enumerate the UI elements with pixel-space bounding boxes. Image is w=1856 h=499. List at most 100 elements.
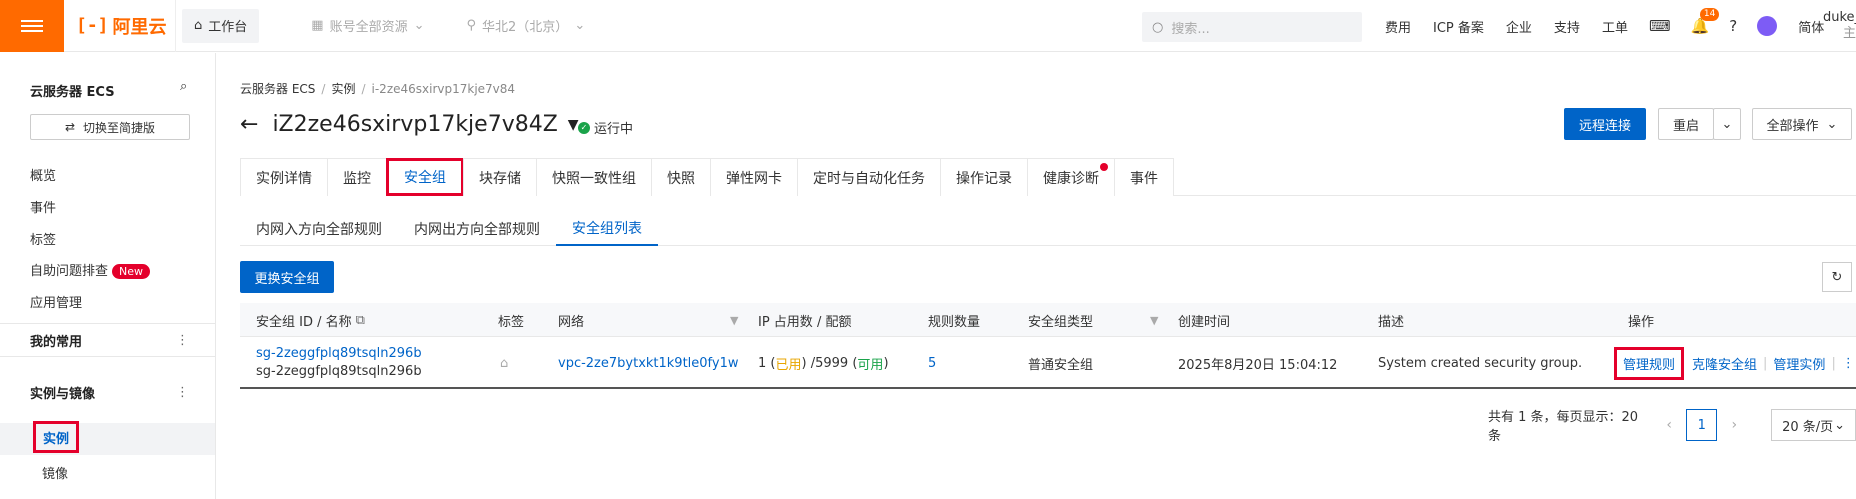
sidebar-item-troubleshoot[interactable]: 自助问题排查 New bbox=[30, 260, 151, 279]
cell-description: System created security group. bbox=[1378, 355, 1583, 371]
chevron-down-icon: ⌄ bbox=[1721, 116, 1733, 132]
breadcrumb-instances[interactable]: 实例 bbox=[331, 82, 355, 96]
aliyun-logo[interactable]: [-] 阿里云 bbox=[64, 0, 176, 52]
chevron-down-icon: ⌄ bbox=[1834, 417, 1845, 433]
enterprise-link[interactable]: 企业 bbox=[1506, 17, 1532, 36]
copy-icon[interactable]: ⧉ bbox=[356, 313, 365, 328]
alert-dot bbox=[1100, 163, 1108, 171]
tab-health-diagnosis[interactable]: 健康诊断 bbox=[1027, 158, 1115, 196]
all-operations-button[interactable]: 全部操作 ⌄ bbox=[1752, 108, 1852, 140]
breadcrumb: 云服务器 ECS / 实例 / i-2ze46sxirvp17kje7v84 bbox=[240, 82, 516, 96]
pager-summary: 共有 1 条，每页显示：20 条 bbox=[1488, 410, 1639, 444]
cell-sg-type: 普通安全组 bbox=[1028, 357, 1094, 373]
prev-page-icon[interactable]: ‹ bbox=[1666, 417, 1672, 433]
manage-instances-link[interactable]: 管理实例 bbox=[1773, 354, 1825, 373]
remote-connect-button[interactable]: 远程连接 bbox=[1564, 108, 1646, 140]
chevron-down-icon: ⌄ bbox=[413, 18, 425, 33]
icp-link[interactable]: ICP 备案 bbox=[1433, 17, 1484, 36]
page-1-button[interactable]: 1 bbox=[1685, 409, 1718, 441]
tab-eni[interactable]: 弹性网卡 bbox=[710, 158, 798, 196]
filter-icon[interactable]: ▼ bbox=[1150, 303, 1158, 337]
rule-count-link[interactable]: 5 bbox=[928, 356, 936, 371]
next-page-icon[interactable]: › bbox=[1731, 417, 1737, 433]
clone-sg-link[interactable]: 克隆安全组 bbox=[1692, 354, 1757, 373]
sidebar: 云服务器 ECS ⌕ ⇄ 切换至简捷版 概览 事件 标签 自助问题排查 New 应用… bbox=[0, 53, 216, 499]
subtab-inbound-rules[interactable]: 内网入方向全部规则 bbox=[240, 212, 398, 246]
tab-bar: 实例详情 监控 安全组 块存储 快照一致性组 快照 弹性网卡 定时与自动化任务 … bbox=[240, 158, 1856, 196]
tab-snapshot[interactable]: 快照 bbox=[651, 158, 711, 196]
breadcrumb-ecs[interactable]: 云服务器 ECS bbox=[240, 82, 315, 96]
col-tags: 标签 bbox=[498, 314, 525, 330]
cell-network: vpc-2ze7bytxkt1k9tle0fy1w bbox=[558, 337, 739, 389]
more-icon[interactable]: ⋮ bbox=[176, 385, 189, 400]
search-input[interactable]: ○ 搜索... bbox=[1142, 12, 1362, 42]
workbench-button[interactable]: ⌂ 工作台 bbox=[182, 8, 260, 43]
sidebar-item-tags[interactable]: 标签 bbox=[30, 229, 56, 248]
filter-icon[interactable]: ▼ bbox=[730, 303, 738, 337]
topbar-links: 费用 ICP 备案 企业 支持 工单 ⌨ 🔔 14 ? 简体 bbox=[1374, 0, 1835, 52]
subtab-bar: 内网入方向全部规则 内网出方向全部规则 安全组列表 bbox=[240, 212, 1856, 246]
billing-link[interactable]: 费用 bbox=[1385, 17, 1411, 36]
search-icon[interactable]: ⌕ bbox=[180, 79, 187, 94]
cell-sg-id: sg-2zeggfplq89tsqln296b sg-2zeggfplq89ts… bbox=[256, 337, 422, 389]
sidebar-item-events[interactable]: 事件 bbox=[30, 197, 56, 216]
check-icon: ✓ bbox=[578, 121, 590, 134]
notification-badge: 14 bbox=[1699, 8, 1720, 21]
tab-scheduled-tasks[interactable]: 定时与自动化任务 bbox=[797, 158, 941, 196]
chevron-down-icon: ⌄ bbox=[1826, 116, 1838, 132]
vpc-link[interactable]: vpc-2ze7bytxkt1k9tle0fy1w bbox=[558, 356, 739, 371]
col-ip-usage: IP 占用数 / 配额 bbox=[758, 314, 852, 330]
tab-snapshot-consistency[interactable]: 快照一致性组 bbox=[536, 158, 652, 196]
tab-instance-details[interactable]: 实例详情 bbox=[240, 158, 328, 196]
sidebar-item-images[interactable]: 镜像 bbox=[42, 463, 68, 482]
sidebar-item-instances[interactable]: 实例 bbox=[33, 421, 79, 453]
avatar[interactable] bbox=[1757, 16, 1778, 36]
page-size-select[interactable]: 20 条/页 ⌄ bbox=[1771, 409, 1856, 441]
more-actions-icon[interactable]: ⋮ bbox=[1842, 356, 1855, 371]
caret-down-icon[interactable]: ▼ bbox=[568, 117, 579, 133]
manage-rules-link[interactable]: 管理规则 bbox=[1614, 346, 1685, 380]
user-menu[interactable]: duke_主 bbox=[1823, 10, 1856, 42]
location-icon: ⚲ bbox=[466, 18, 477, 33]
tag-icon[interactable]: ⌂ bbox=[500, 337, 508, 389]
tab-block-storage[interactable]: 块存储 bbox=[463, 158, 537, 196]
search-icon: ○ bbox=[1152, 19, 1164, 35]
col-sg-id: 安全组 ID / 名称 ⧉ bbox=[256, 312, 365, 330]
table-row: sg-2zeggfplq89tsqln296b sg-2zeggfplq89ts… bbox=[240, 337, 1856, 389]
cell-rule-count: 5 bbox=[928, 337, 936, 389]
tab-events[interactable]: 事件 bbox=[1114, 158, 1174, 196]
tab-security-group[interactable]: 安全组 bbox=[386, 158, 464, 196]
change-sg-button[interactable]: 更换安全组 bbox=[240, 261, 334, 293]
back-arrow-icon[interactable]: ← bbox=[240, 112, 258, 137]
help-icon[interactable]: ? bbox=[1729, 17, 1737, 35]
ticket-link[interactable]: 工单 bbox=[1602, 17, 1628, 36]
bell-icon[interactable]: 🔔 14 bbox=[1691, 8, 1720, 35]
table-header: 安全组 ID / 名称 ⧉ 标签 网络 ▼ IP 占用数 / 配额 规则数量 安全… bbox=[240, 303, 1856, 337]
tab-operation-log[interactable]: 操作记录 bbox=[940, 158, 1028, 196]
more-icon[interactable]: ⋮ bbox=[176, 333, 189, 348]
restart-dropdown-button[interactable]: ⌄ bbox=[1713, 108, 1741, 140]
cell-ip-usage: 1 (已用) /5999 (可用) bbox=[758, 355, 889, 373]
switch-simple-button[interactable]: ⇄ 切换至简捷版 bbox=[30, 114, 190, 140]
language-switch[interactable]: 简体 bbox=[1798, 17, 1824, 36]
restart-button[interactable]: 重启 bbox=[1658, 108, 1714, 140]
refresh-icon[interactable]: ↻ bbox=[1822, 262, 1852, 292]
sidebar-section-instances[interactable]: 实例与镜像 ⋮ bbox=[0, 375, 215, 409]
sg-id-link[interactable]: sg-2zeggfplq89tsqln296b bbox=[256, 345, 422, 363]
region-selector[interactable]: ⚲ 华北2（北京） ⌄ bbox=[455, 9, 598, 43]
sg-table: 安全组 ID / 名称 ⧉ 标签 网络 ▼ IP 占用数 / 配额 规则数量 安全… bbox=[240, 303, 1856, 389]
breadcrumb-current: i-2ze46sxirvp17kje7v84 bbox=[371, 82, 516, 96]
tab-monitoring[interactable]: 监控 bbox=[327, 158, 387, 196]
new-badge: New bbox=[112, 264, 151, 279]
subtab-outbound-rules[interactable]: 内网出方向全部规则 bbox=[398, 212, 556, 246]
resource-selector[interactable]: ▦ 账号全部资源 ⌄ bbox=[299, 9, 436, 43]
terminal-icon[interactable]: ⌨ bbox=[1649, 17, 1671, 35]
sidebar-item-app-management[interactable]: 应用管理 bbox=[30, 292, 82, 311]
status-badge: ✓ 运行中 bbox=[578, 118, 633, 137]
menu-icon[interactable] bbox=[0, 0, 64, 52]
support-link[interactable]: 支持 bbox=[1554, 17, 1580, 36]
sidebar-section-common[interactable]: 我的常用 ⋮ bbox=[0, 323, 215, 357]
sidebar-item-overview[interactable]: 概览 bbox=[30, 165, 56, 184]
swap-icon: ⇄ bbox=[64, 120, 76, 134]
subtab-sg-list[interactable]: 安全组列表 bbox=[556, 212, 658, 246]
